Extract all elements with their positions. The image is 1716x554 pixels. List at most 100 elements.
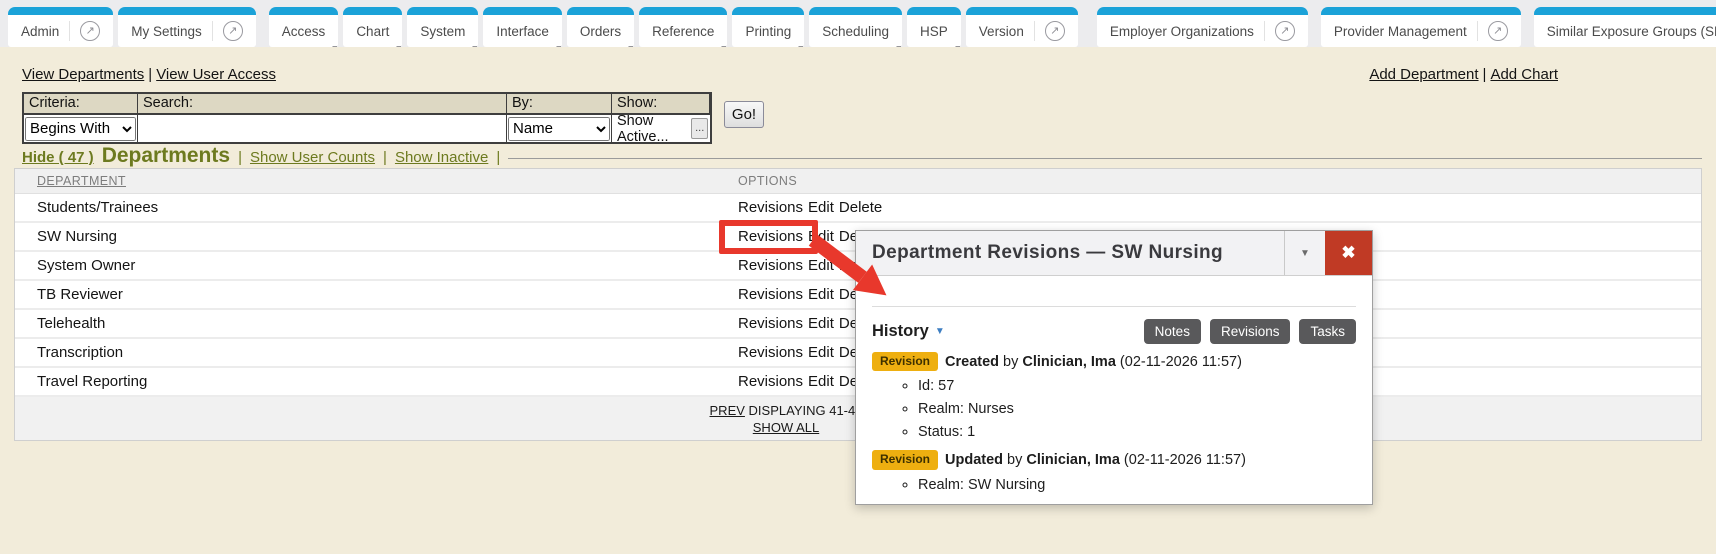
external-link-icon[interactable]: ↗ xyxy=(1264,21,1295,41)
view-user-access-link[interactable]: View User Access xyxy=(156,66,276,83)
revision-detail: Realm: SW Nursing xyxy=(918,474,1356,497)
edit-link[interactable]: Edit xyxy=(808,199,834,216)
tab-label: Printing xyxy=(745,24,791,39)
revision-detail: Realm: Nurses xyxy=(918,398,1356,421)
tab-label: Similar Exposure Groups (SEGs) xyxy=(1547,24,1716,39)
edit-link[interactable]: Edit xyxy=(808,344,834,361)
tab-scheduling[interactable]: Scheduling xyxy=(809,7,902,47)
tab-orders[interactable]: Orders xyxy=(567,7,634,47)
edit-link[interactable]: Edit xyxy=(808,373,834,390)
revision-entry: Revision Updated by Clinician, Ima (02-1… xyxy=(872,450,1356,469)
dialog-body: History ▼ Notes Revisions Tasks Revision… xyxy=(856,276,1372,497)
revision-badge: Revision xyxy=(872,352,938,371)
tab-label: Version xyxy=(979,24,1024,39)
separator: | xyxy=(144,66,156,83)
chevron-down-icon: ▼ xyxy=(1300,248,1310,259)
tab-chart[interactable]: Chart xyxy=(343,7,402,47)
tab-hsp[interactable]: HSP xyxy=(907,7,961,47)
by-select[interactable]: Name xyxy=(508,117,610,141)
prev-page-link[interactable]: PREV xyxy=(710,403,745,418)
search-input[interactable] xyxy=(138,115,506,142)
show-all-link[interactable]: SHOW ALL xyxy=(753,420,819,435)
department-name: System Owner xyxy=(37,257,135,274)
add-department-link[interactable]: Add Department xyxy=(1369,66,1478,83)
dialog-dropdown-button[interactable]: ▼ xyxy=(1284,231,1325,275)
view-links: View Departments|View User Access xyxy=(22,66,276,83)
separator: | xyxy=(383,149,387,166)
tab-provider-management[interactable]: Provider Management ↗ xyxy=(1321,7,1521,47)
tab-admin[interactable]: Admin ↗ xyxy=(8,7,113,47)
menu-corner-icon xyxy=(628,46,633,47)
external-link-icon[interactable]: ↗ xyxy=(1477,21,1508,41)
revisions-link[interactable]: Revisions xyxy=(738,199,803,216)
show-options-button[interactable]: ... xyxy=(691,118,708,139)
menu-corner-icon xyxy=(472,46,477,47)
tab-label: Admin xyxy=(21,24,59,39)
by-label: By: xyxy=(507,94,612,115)
tab-label: Provider Management xyxy=(1334,24,1467,39)
hide-count-link[interactable]: Hide ( 47 ) xyxy=(22,149,94,166)
external-link-icon[interactable]: ↗ xyxy=(1034,21,1065,41)
department-name: Students/Trainees xyxy=(37,199,158,216)
external-link-icon[interactable]: ↗ xyxy=(212,21,243,41)
revisions-link[interactable]: Revisions xyxy=(738,315,803,332)
department-name: SW Nursing xyxy=(37,228,117,245)
revision-details-list: Realm: SW Nursing xyxy=(872,474,1356,497)
notes-button[interactable]: Notes xyxy=(1144,319,1201,344)
revision-timestamp: (02-11-2026 11:57) xyxy=(1120,354,1242,370)
history-dropdown[interactable]: History xyxy=(872,322,929,341)
revision-action: Created xyxy=(945,354,999,370)
department-name: Transcription xyxy=(37,344,123,361)
tab-label: Chart xyxy=(356,24,389,39)
menu-corner-icon xyxy=(955,46,960,47)
top-tab-bar: Admin ↗ My Settings ↗ Access Chart Syste… xyxy=(0,0,1716,47)
external-link-icon[interactable]: ↗ xyxy=(69,21,100,41)
revisions-button[interactable]: Revisions xyxy=(1210,319,1291,344)
revision-user: Clinician, Ima xyxy=(1026,452,1119,468)
tab-system[interactable]: System xyxy=(407,7,478,47)
show-user-counts-link[interactable]: Show User Counts xyxy=(250,149,375,166)
tab-similar-exposure-groups[interactable]: Similar Exposure Groups (SEGs) ↗ xyxy=(1534,7,1716,47)
go-button[interactable]: Go! xyxy=(724,101,764,128)
tab-label: Scheduling xyxy=(822,24,889,39)
separator: | xyxy=(496,149,500,166)
revisions-link[interactable]: Revisions xyxy=(738,344,803,361)
chevron-down-icon: ▼ xyxy=(935,326,945,337)
show-inactive-link[interactable]: Show Inactive xyxy=(395,149,488,166)
tab-my-settings[interactable]: My Settings ↗ xyxy=(118,7,256,47)
dialog-divider xyxy=(872,306,1356,307)
tab-printing[interactable]: Printing xyxy=(732,7,804,47)
revision-detail: Status: 1 xyxy=(918,421,1356,444)
column-header-department[interactable]: DEPARTMENT xyxy=(37,174,126,188)
tab-employer-organizations[interactable]: Employer Organizations ↗ xyxy=(1097,7,1308,47)
tab-label: Interface xyxy=(496,24,549,39)
dialog-close-button[interactable]: ✖ xyxy=(1325,231,1372,275)
tab-label: Employer Organizations xyxy=(1110,24,1254,39)
revisions-link[interactable]: Revisions xyxy=(738,286,803,303)
tab-interface[interactable]: Interface xyxy=(483,7,562,47)
search-criteria-table: Criteria: Search: By: Show: Begins With … xyxy=(22,92,712,144)
edit-link[interactable]: Edit xyxy=(808,228,834,245)
edit-link[interactable]: Edit xyxy=(808,315,834,332)
delete-link[interactable]: Delete xyxy=(839,199,882,216)
view-departments-link[interactable]: View Departments xyxy=(22,66,144,83)
revision-detail: Id: 57 xyxy=(918,375,1356,398)
criteria-select[interactable]: Begins With xyxy=(25,117,136,141)
by-label: by xyxy=(1007,452,1022,468)
revisions-link[interactable]: Revisions xyxy=(738,373,803,390)
tab-version[interactable]: Version ↗ xyxy=(966,7,1078,47)
tab-reference[interactable]: Reference xyxy=(639,7,727,47)
tab-access[interactable]: Access xyxy=(269,7,339,47)
department-revisions-dialog: Department Revisions — SW Nursing ▼ ✖ Hi… xyxy=(855,230,1373,505)
separator: | xyxy=(238,149,242,166)
revisions-link[interactable]: Revisions xyxy=(738,257,803,274)
revision-badge: Revision xyxy=(872,450,938,469)
revisions-link[interactable]: Revisions xyxy=(738,228,803,245)
edit-link[interactable]: Edit xyxy=(808,286,834,303)
add-chart-link[interactable]: Add Chart xyxy=(1490,66,1558,83)
tasks-button[interactable]: Tasks xyxy=(1299,319,1356,344)
menu-corner-icon xyxy=(896,46,901,47)
edit-link[interactable]: Edit xyxy=(808,257,834,274)
menu-corner-icon xyxy=(721,46,726,47)
displaying-text: DISPLAYING 41-47 xyxy=(749,403,863,418)
